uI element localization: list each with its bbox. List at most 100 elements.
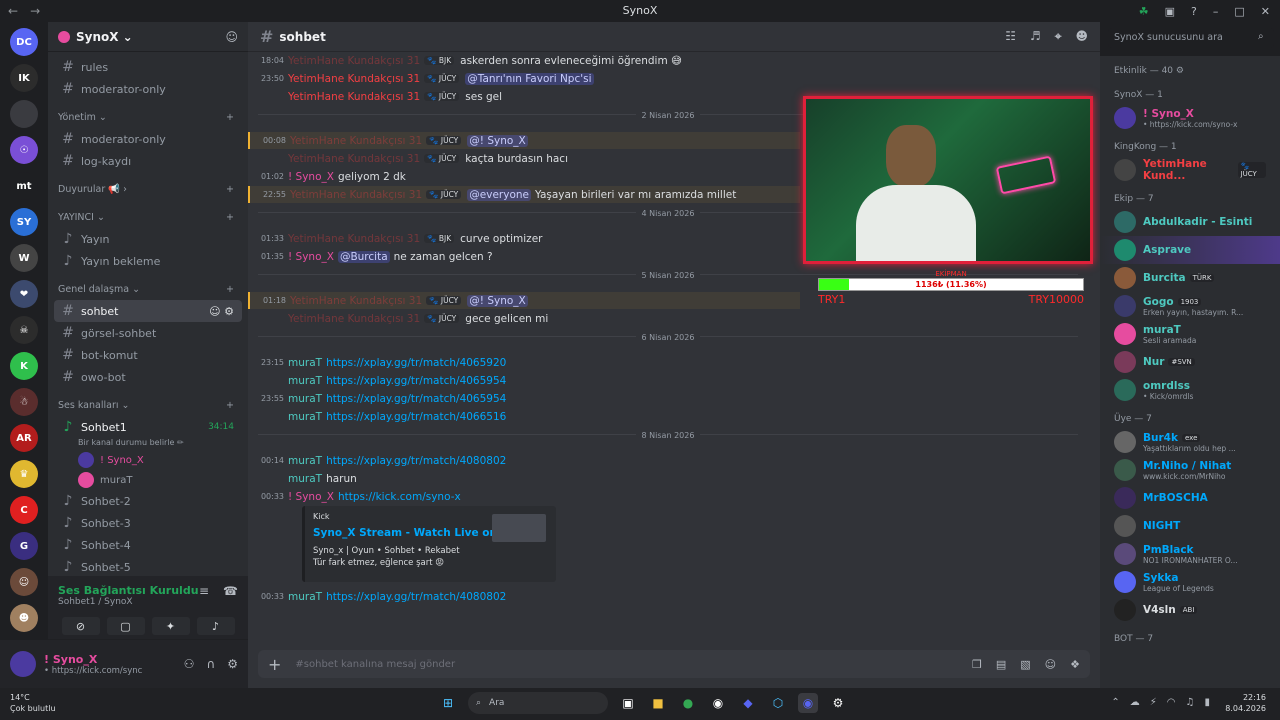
message-link[interactable]: https://xplay.gg/tr/match/4080802 [326,591,506,603]
server-icon-13[interactable]: C [10,496,38,524]
activity-icon[interactable]: ✦ [151,617,190,635]
message-author[interactable]: muraT [288,473,322,485]
message-link[interactable]: https://xplay.gg/tr/match/4065954 [326,375,506,387]
server-icon-12[interactable]: ♛ [10,460,38,488]
member-item[interactable]: muraT Sesli aramada [1100,320,1280,348]
network-icon[interactable]: ☁ [1130,697,1140,708]
pin-icon[interactable]: ⌖ [1055,29,1062,44]
member-item[interactable]: omrdlss • Kick/omrdls [1100,376,1280,404]
message-author[interactable]: YetimHane Kundakçısı 31 [290,189,422,201]
mention[interactable]: @! Syno_X [467,134,528,147]
server-icon-1[interactable]: IK [10,64,38,92]
notification-bell-icon[interactable]: ♬ [1030,29,1041,44]
message-composer[interactable]: + #sohbet kanalına mesaj gönder ❒ ▤ ▧ ☺ … [258,650,1090,678]
search-input[interactable]: SynoX sunucusunu ara [1108,28,1274,48]
settings-gear-icon[interactable]: ⚙ [227,657,238,671]
voice-channel-Sohbet-5[interactable]: ♪ Sohbet-5 [54,556,242,578]
file-explorer-icon[interactable]: ■ [648,693,668,713]
server-name-header[interactable]: SynoX ⌄ ☺ [48,22,248,52]
sticker-icon[interactable]: ▧ [1020,658,1030,671]
gif-icon[interactable]: ▤ [996,658,1006,671]
voice-user[interactable]: muraT [48,470,248,490]
mention[interactable]: @Tanrı'nın Favori Npc'si [465,72,594,85]
message-author[interactable]: ! Syno_X [288,171,334,183]
plus-icon[interactable]: + [268,655,281,674]
steam-icon[interactable]: ⚙ [828,693,848,713]
member-item[interactable]: Mr.Niho / Nihat www.kick.com/MrNiho [1100,456,1280,484]
threads-icon[interactable]: ☷ [1005,29,1016,44]
mic-icon[interactable]: ⚇ [184,657,195,671]
apps-icon[interactable]: ❖ [1070,658,1080,671]
message-link[interactable]: https://kick.com/syno-x [338,491,461,503]
message-author[interactable]: YetimHane Kundakçısı 31 [288,55,420,67]
voice-channel-Sohbet-4[interactable]: ♪ Sohbet-4 [54,534,242,556]
category-header[interactable]: Duyurular 📢 › + [48,178,248,200]
server-icon-14[interactable]: G [10,532,38,560]
message-author[interactable]: ! Syno_X [288,491,334,503]
message-author[interactable]: muraT [288,591,322,603]
tray-chevron-icon[interactable]: ⌃ [1111,697,1119,708]
channel-moderator-only[interactable]: # moderator-only [54,128,242,150]
member-list-icon[interactable]: ☻ [1075,29,1088,44]
disconnect-icon[interactable]: ☎ [223,584,238,607]
server-icon-6[interactable]: W [10,244,38,272]
server-icon-11[interactable]: AR [10,424,38,452]
member-item[interactable]: Sykka League of Legends [1100,568,1280,596]
message-author[interactable]: YetimHane Kundakçısı 31 [290,135,422,147]
message-link[interactable]: https://xplay.gg/tr/match/4065920 [326,357,506,369]
member-item[interactable]: Asprave [1100,236,1280,264]
wifi-icon[interactable]: ◠ [1167,697,1176,708]
member-item[interactable]: YetimHane Kund... 🐾 JÜCY [1100,156,1280,184]
message-author[interactable]: YetimHane Kundakçısı 31 [288,91,420,103]
task-view-icon[interactable]: ▣ [618,693,638,713]
channel-sohbet[interactable]: # sohbet ☺ ⚙ [54,300,242,322]
windows-start-icon[interactable]: ⊞ [438,693,458,713]
maximize-icon[interactable]: □ [1234,5,1244,18]
channel-bot-komut[interactable]: # bot-komut [54,344,242,366]
inbox-icon[interactable]: ▣ [1165,5,1175,18]
message-author[interactable]: YetimHane Kundakçısı 31 [288,73,420,85]
server-icon-5[interactable]: SY [10,208,38,236]
channel-log-kaydı[interactable]: # log-kaydı [54,150,242,172]
voice-channel-sohbet1[interactable]: ♪ Sohbet1 34:14 [54,416,242,438]
voice-user[interactable]: ! Syno_X [48,450,248,470]
message-author[interactable]: muraT [288,393,322,405]
headphones-icon[interactable]: ∩ [206,657,215,671]
discord-taskbar-icon[interactable]: ◉ [798,693,818,713]
server-icon-16[interactable]: ☻ [10,604,38,632]
minimize-icon[interactable]: – [1213,5,1219,18]
server-icon-0[interactable]: DC [10,28,38,56]
server-icon-8[interactable]: ☠ [10,316,38,344]
message-author[interactable]: YetimHane Kundakçısı 31 [288,233,420,245]
channel-1[interactable]: # moderator-only [54,78,242,100]
clock[interactable]: 22:16 8.04.2026 [1225,692,1266,714]
member-item[interactable]: Bur4k exe Yaşattıklarım oldu hep ... [1100,428,1280,456]
member-item[interactable]: Gogo 1903 Erken yayın, hastayım. R... [1100,292,1280,320]
channel-görsel-sohbet[interactable]: # görsel-sohbet [54,322,242,344]
add-channel-icon[interactable]: + [226,284,234,295]
message-author[interactable]: ! Syno_X [288,251,334,263]
voice-channel-Sohbet-2[interactable]: ♪ Sohbet-2 [54,490,242,512]
add-member-icon[interactable]: ☺ [225,30,238,44]
channel-Yayın bekleme[interactable]: ♪ Yayın bekleme [54,250,242,272]
emoji-icon[interactable]: ☺ [1045,658,1056,671]
add-channel-icon[interactable]: + [226,112,234,123]
message-author[interactable]: muraT [288,375,322,387]
message-author[interactable]: muraT [288,455,322,467]
voice-status-sub[interactable]: Sohbet1 / SynoX [58,597,199,607]
weather-widget[interactable]: 14°C Çok bulutlu [10,692,56,714]
server-icon-4[interactable]: mt [10,172,38,200]
category-header[interactable]: Yönetim ⌄ + [48,106,248,128]
server-icon-7[interactable]: ❤ [10,280,38,308]
screen-share-icon[interactable]: ▢ [106,617,145,635]
embed-thumbnail[interactable] [492,514,546,542]
server-icon-3[interactable]: ☉ [10,136,38,164]
message-author[interactable]: muraT [288,411,322,423]
github-icon[interactable]: ◉ [708,693,728,713]
mention[interactable]: @Burcita [337,250,390,263]
member-item[interactable]: ! Syno_X • https://kick.com/syno-x [1100,104,1280,132]
server-icon-10[interactable]: ☃ [10,388,38,416]
help-icon[interactable]: ? [1191,5,1197,18]
message-author[interactable]: YetimHane Kundakçısı 31 [288,153,420,165]
mention[interactable]: @! Syno_X [467,294,528,307]
